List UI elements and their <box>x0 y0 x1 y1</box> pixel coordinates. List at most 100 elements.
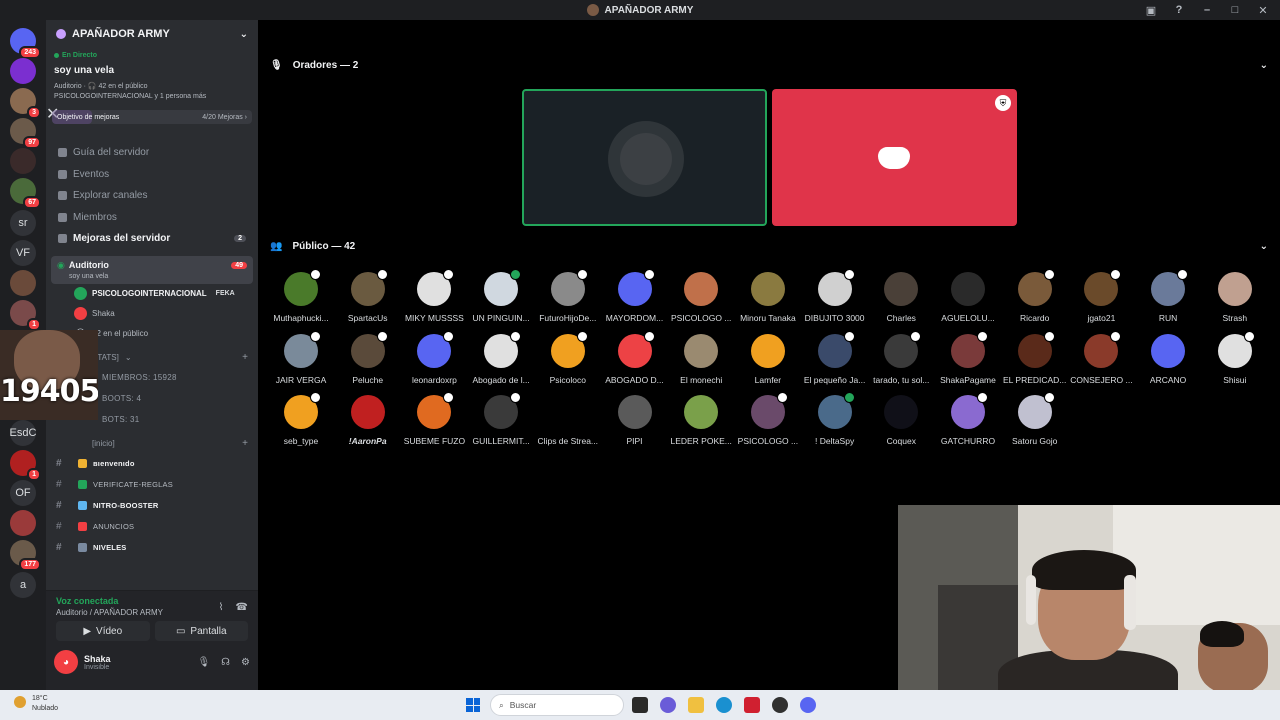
audience-member[interactable]: Satoru Gojo <box>1002 392 1068 451</box>
disconnect-icon[interactable]: ☎ <box>236 602 248 613</box>
headphones-icon[interactable]: ☊ <box>221 657 230 668</box>
audience-member[interactable]: Lamfer <box>735 333 801 390</box>
live-stage-card[interactable]: En Directo soy una vela Auditorio · 🎧 42… <box>46 48 258 104</box>
voice-path[interactable]: Auditorio / APAÑADOR ARMY <box>56 608 163 617</box>
audience-member[interactable]: Abogado de l... <box>468 330 534 390</box>
audience-member[interactable]: Clips de Strea... <box>535 395 601 451</box>
audience-member[interactable]: GATCHURRO <box>935 392 1001 451</box>
speaker-tile-psicologo[interactable] <box>522 89 767 226</box>
audience-member[interactable]: PIPI <box>602 395 668 451</box>
menu-item-browse-channels[interactable]: Explorar canales <box>46 185 258 207</box>
channel-item[interactable]: # NITRO-BOOSTER <box>46 495 258 516</box>
discord-icon[interactable] <box>800 697 816 713</box>
weather-widget[interactable]: 18°C Nublado <box>14 694 58 714</box>
chevron-down-icon[interactable]: ⌄ <box>1260 241 1268 252</box>
channel-item[interactable]: # вιenvenιdo <box>46 453 258 474</box>
audience-member[interactable]: SUBEME FUZO <box>401 392 467 451</box>
add-channel-icon[interactable]: + <box>242 438 248 449</box>
wps-icon[interactable] <box>744 697 760 713</box>
taskbar-search[interactable]: ⌕ Buscar <box>490 694 624 716</box>
screen-share-button[interactable]: ▭ Pantalla <box>154 621 248 641</box>
audience-member[interactable]: jgato21 <box>1068 269 1134 328</box>
audience-member[interactable]: RUN <box>1135 269 1201 328</box>
audience-member[interactable]: !AaronPa <box>335 395 401 451</box>
maximize-button[interactable]: □ <box>1228 4 1242 16</box>
server-icon-5[interactable]: 67 <box>10 178 41 209</box>
server-icon-11[interactable]: 1 <box>10 450 41 481</box>
audience-member[interactable]: Coquex <box>868 395 934 451</box>
audience-header[interactable]: 👥 Público — 42 ⌄ <box>270 241 1268 252</box>
server-icon-9[interactable]: 1 <box>10 300 41 331</box>
channel-member[interactable]: Shaka <box>46 304 258 324</box>
channel-member[interactable]: PSICOLOGOINTERNACIONAL FEKA <box>46 284 258 304</box>
noise-suppression-icon[interactable]: ⌇ <box>219 602 224 613</box>
task-view-icon[interactable] <box>632 697 648 713</box>
audience-member[interactable]: seb_type <box>268 392 334 451</box>
audience-member[interactable]: Minoru Tanaka <box>735 272 801 328</box>
audience-member[interactable]: tarado, tu sol... <box>868 330 934 390</box>
server-header[interactable]: APAÑADOR ARMY ⌄ <box>46 20 258 48</box>
server-icon-6[interactable]: sr <box>10 210 36 236</box>
server-icon-2[interactable]: 3 <box>10 88 41 119</box>
audience-member[interactable]: Muthaphucki... <box>268 269 334 328</box>
channel-auditorio[interactable]: ◉ Auditorio 49 soy una vela <box>51 255 253 284</box>
audience-member[interactable]: MAYORDOM... <box>602 269 668 328</box>
copilot-icon[interactable] <box>660 697 676 713</box>
server-icon-4[interactable] <box>10 148 36 174</box>
help-icon[interactable]: ? <box>1172 4 1186 16</box>
inbox-icon[interactable]: ▣ <box>1144 4 1158 17</box>
audience-member[interactable]: PSICOLOGO ... <box>735 392 801 451</box>
audience-member[interactable]: Psicoloco <box>535 330 601 390</box>
category-inicio[interactable]: [inicio] + <box>46 430 258 453</box>
menu-item-members[interactable]: Miembros <box>46 207 258 229</box>
menu-item-events[interactable]: Eventos <box>46 164 258 186</box>
video-button[interactable]: ▶ Vídeo <box>56 621 150 641</box>
audience-member[interactable]: ! DeltaSpy <box>802 392 868 451</box>
obs-icon[interactable] <box>772 697 788 713</box>
channel-item[interactable]: # ANUNCIOS <box>46 516 258 537</box>
server-icon-12[interactable]: OF <box>10 480 36 506</box>
audience-member[interactable]: JAIR VERGA <box>268 330 334 390</box>
menu-item-server-boosts[interactable]: Mejoras del servidor 2 <box>46 228 258 250</box>
server-icon-13[interactable] <box>10 510 36 536</box>
audience-member[interactable]: GUILLERMIT... <box>468 392 534 451</box>
menu-item-server-guide[interactable]: Guía del servidor <box>46 142 258 164</box>
audience-member[interactable]: ShakaPagame <box>935 330 1001 390</box>
audience-member[interactable]: MIKY MUSSSS <box>401 269 467 328</box>
chevron-down-icon[interactable]: ⌄ <box>1260 60 1268 71</box>
audience-member[interactable]: leonardoxrp <box>401 330 467 390</box>
settings-gear-icon[interactable]: ⚙ <box>241 657 250 668</box>
boost-goal[interactable]: Objetivo de mejoras 4/20 Mejoras › <box>52 110 252 124</box>
server-icon-7[interactable]: VF <box>10 240 36 266</box>
audience-member[interactable]: ABOGADO D... <box>602 330 668 390</box>
audience-member[interactable]: El pequeño Ja... <box>802 330 868 390</box>
channel-item[interactable]: # VERIFICATE-REGLAS <box>46 474 258 495</box>
microphone-icon[interactable]: 🎙 <box>197 657 210 668</box>
file-explorer-icon[interactable] <box>688 697 704 713</box>
audience-member[interactable]: UN PINGUIN... <box>468 269 534 328</box>
audience-member[interactable]: Charles <box>868 272 934 328</box>
audience-member[interactable]: AGUELOLU... <box>935 272 1001 328</box>
audience-member[interactable]: CONSEJERO ... <box>1068 330 1134 390</box>
windows-start-icon[interactable] <box>466 698 480 712</box>
server-icon-3[interactable]: 97 <box>10 118 41 149</box>
audience-member[interactable]: ARCANO <box>1135 333 1201 390</box>
audience-member[interactable]: DIBUJITO 3000 <box>802 269 868 328</box>
audience-member[interactable]: SpartacUs <box>335 269 401 328</box>
server-icon-1[interactable] <box>10 58 36 84</box>
audience-member[interactable]: LEDER POKE... <box>668 395 734 451</box>
user-panel[interactable]: ◕ Shaka Invisible 🎙 ☊ ⚙ <box>46 645 258 679</box>
audience-member[interactable]: FuturoHijoDe... <box>535 269 601 328</box>
server-icon-14[interactable]: 177 <box>10 540 41 571</box>
server-icon-15[interactable]: a <box>10 572 36 598</box>
minimize-button[interactable]: – <box>1200 4 1214 16</box>
audience-member[interactable]: El monechi <box>668 333 734 390</box>
server-icon-10[interactable]: EsdC <box>10 420 36 446</box>
speaker-tile-shaka[interactable]: ⛨ <box>772 89 1017 226</box>
audience-member[interactable]: Peluche <box>335 330 401 390</box>
edge-icon[interactable] <box>716 697 732 713</box>
audience-member[interactable]: PSICOLOGO ... <box>668 272 734 328</box>
channel-item[interactable]: # NIVELES <box>46 537 258 558</box>
server-icon-8[interactable] <box>10 270 36 296</box>
add-channel-icon[interactable]: + <box>242 352 248 363</box>
